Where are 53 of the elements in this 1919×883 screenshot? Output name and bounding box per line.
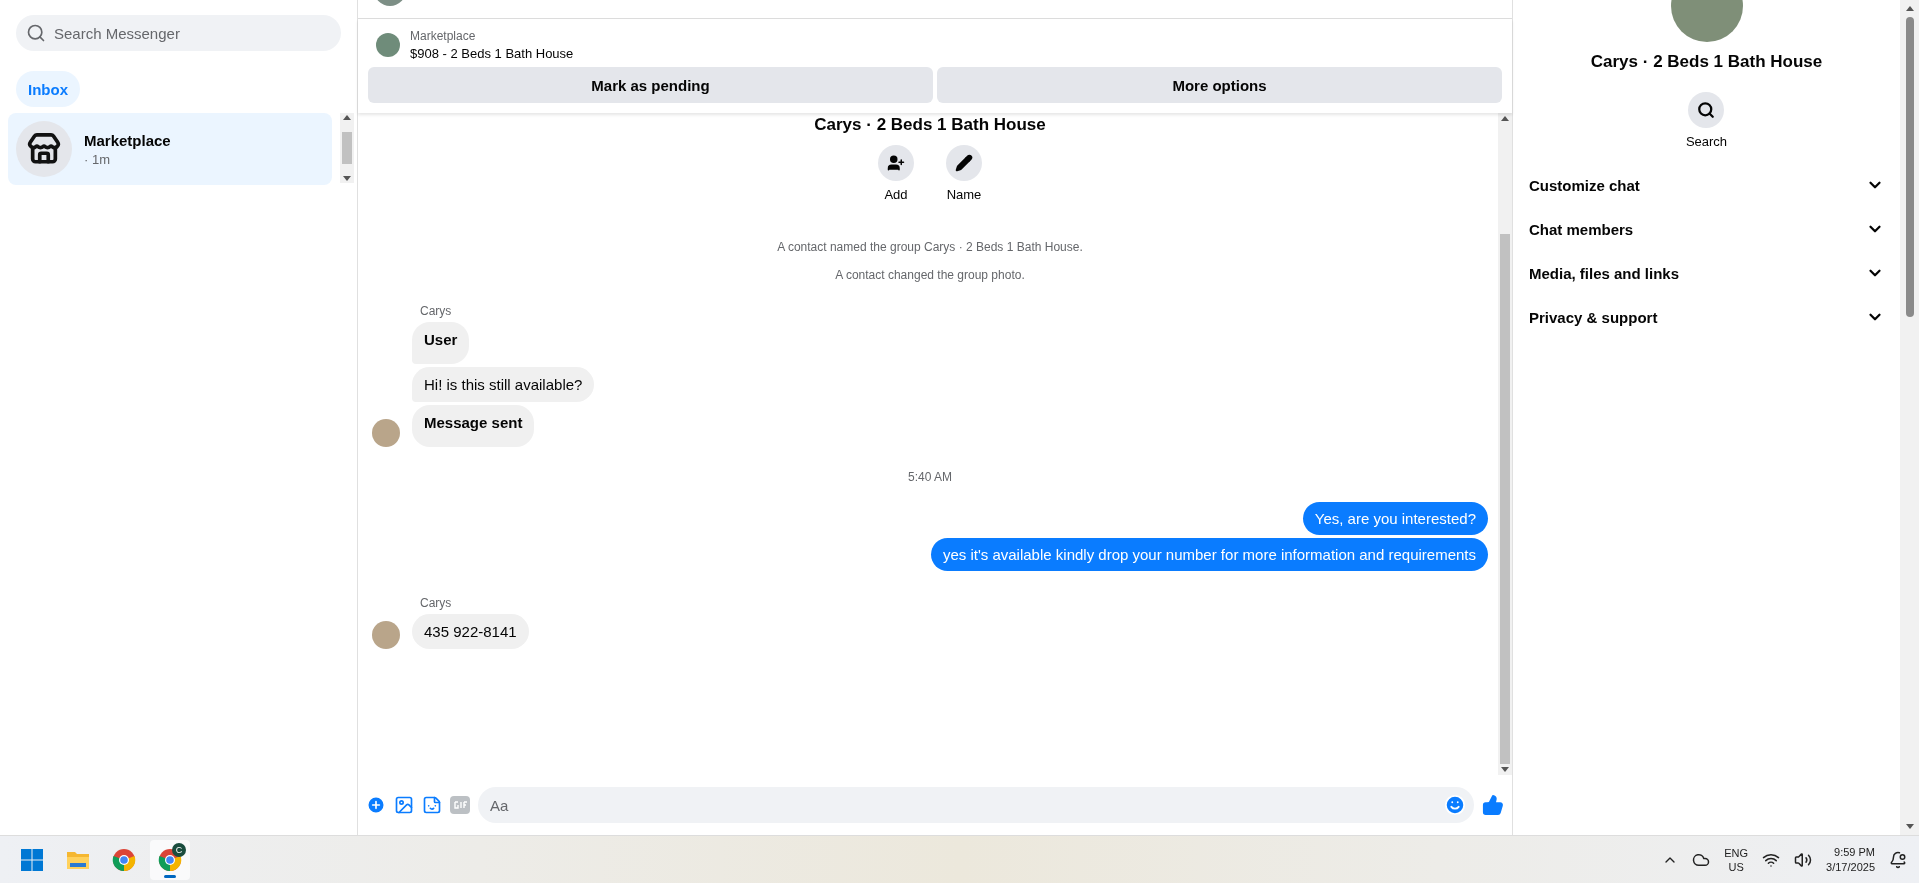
- listing-title: $908 - 2 Beds 1 Bath House: [410, 46, 574, 61]
- section-toggle[interactable]: Media, files and links: [1513, 251, 1900, 295]
- conversation-name: Marketplace: [84, 131, 171, 149]
- outgoing-message: yes it's available kindly drop your number for more information and requirements: [930, 538, 1488, 571]
- sender-name: Carys: [420, 596, 453, 610]
- outgoing-message: Yes, are you interested?: [1302, 502, 1488, 535]
- photo-placeholder: [376, 33, 400, 57]
- language-label[interactable]: ENG: [1724, 845, 1749, 860]
- emoji-icon[interactable]: [1444, 794, 1466, 816]
- listing-button[interactable]: More options: [937, 67, 1502, 103]
- section-toggle[interactable]: Customize chat: [1513, 163, 1900, 207]
- scrollbar[interactable]: [1498, 113, 1512, 775]
- person-plus-icon: [887, 154, 905, 172]
- scrollbar[interactable]: [340, 113, 354, 183]
- plus-icon[interactable]: [366, 795, 386, 815]
- profile-badge: C: [172, 842, 186, 857]
- store-avatar: [16, 121, 72, 177]
- region-label[interactable]: US: [1728, 859, 1744, 874]
- search-icon: [26, 23, 46, 43]
- volume-icon[interactable]: [1794, 850, 1813, 869]
- message-input[interactable]: Aa: [478, 787, 1474, 823]
- scrollbar[interactable]: [1900, 0, 1919, 835]
- thumbs-up-icon[interactable]: [1482, 794, 1504, 816]
- system-notice: A contact named the group Carys · 2 Beds 1 Bath House.: [776, 240, 1084, 254]
- photo-placeholder: [372, 621, 400, 649]
- listing-button[interactable]: Mark as pending: [368, 67, 933, 103]
- incoming-message: Message sent: [412, 405, 535, 447]
- section-toggle[interactable]: Privacy & support: [1513, 295, 1900, 339]
- incoming-message: 435 922-8141: [412, 614, 529, 649]
- taskbar-app[interactable]: C: [150, 839, 190, 880]
- conversation-time: · 1m: [84, 151, 111, 167]
- group-title: Carys · 2 Beds 1 Bath House: [813, 115, 1047, 135]
- chat-title: Carys · 2 Beds 1 Bath House: [1589, 52, 1824, 72]
- sticker-icon[interactable]: [422, 795, 442, 815]
- incoming-message: Hi! is this still available?: [412, 367, 595, 402]
- image-icon[interactable]: [394, 795, 414, 815]
- search-icon: [1697, 101, 1716, 119]
- browser-icon: [112, 847, 136, 872]
- photo-placeholder: [372, 419, 400, 447]
- timestamp: 5:40 AM: [907, 470, 953, 484]
- pencil-icon: [955, 154, 973, 172]
- notification-icon[interactable]: [1889, 850, 1907, 869]
- clock-date[interactable]: 3/17/2025: [1826, 859, 1875, 875]
- system-notice: A contact changed the group photo.: [834, 268, 1026, 282]
- section-toggle[interactable]: Chat members: [1513, 207, 1900, 251]
- clock-time[interactable]: 9:59 PM: [1834, 844, 1875, 860]
- windows-logo-icon: [21, 848, 43, 871]
- conversation-item[interactable]: Marketplace · 1m: [8, 113, 332, 185]
- sender-name: Carys: [420, 304, 453, 318]
- listing-source: Marketplace: [410, 29, 477, 43]
- search-field[interactable]: Search Messenger: [16, 15, 341, 51]
- incoming-message: User: [412, 322, 470, 364]
- inbox-tab[interactable]: Inbox: [16, 71, 80, 107]
